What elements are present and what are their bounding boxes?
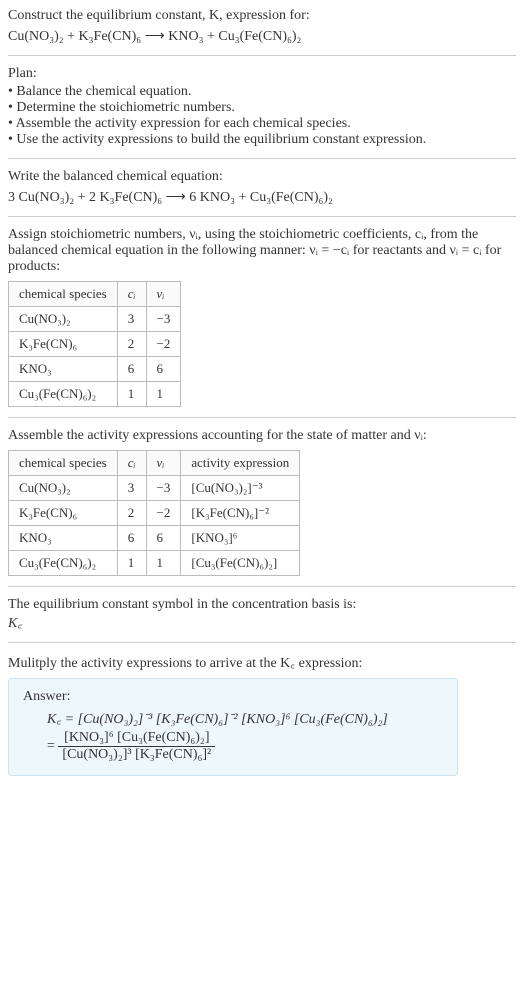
table-header: νᵢ [146, 451, 181, 476]
table-header: chemical species [9, 451, 118, 476]
kc-symbol-section: The equilibrium constant symbol in the c… [8, 597, 516, 632]
stoich-section: Assign stoichiometric numbers, νᵢ, using… [8, 227, 516, 407]
plan-heading: Plan: [8, 66, 516, 82]
table-row: K₃Fe(CN)₆ 2 −2 [9, 332, 181, 357]
multiply-heading: Mulitply the activity expressions to arr… [8, 653, 516, 672]
table-row: Cu(NO₃)₂ 3 −3 [Cu(NO₃)₂]⁻³ [9, 476, 300, 501]
kc-expression-fraction: = [KNO₃]⁶ [Cu₃(Fe(CN)₆)₂] [Cu(NO₃)₂]³ [K… [47, 730, 443, 763]
cell-activity: [Cu(NO₃)₂]⁻³ [181, 476, 300, 501]
table-header-row: chemical species cᵢ νᵢ activity expressi… [9, 451, 300, 476]
balanced-equation: 3 Cu(NO₃)₂ + 2 K₃Fe(CN)₆ ⟶ 6 KNO₃ + Cu₃(… [8, 189, 516, 206]
cell-nui: 6 [146, 357, 181, 382]
table-row: Cu(NO₃)₂ 3 −3 [9, 307, 181, 332]
fraction-numerator: [KNO₃]⁶ [Cu₃(Fe(CN)₆)₂] [58, 730, 215, 747]
cell-activity: [K₃Fe(CN)₆]⁻² [181, 501, 300, 526]
kc-symbol-text: The equilibrium constant symbol in the c… [8, 597, 516, 613]
plan-item: Assemble the activity expression for eac… [8, 116, 516, 132]
cell-ci: 3 [117, 307, 146, 332]
table-row: KNO₃ 6 6 [9, 357, 181, 382]
plan-item: Use the activity expressions to build th… [8, 132, 516, 148]
plan-item: Determine the stoichiometric numbers. [8, 100, 516, 116]
cell-activity: [Cu₃(Fe(CN)₆)₂] [181, 551, 300, 576]
cell-nui: −2 [146, 501, 181, 526]
fraction: [KNO₃]⁶ [Cu₃(Fe(CN)₆)₂] [Cu(NO₃)₂]³ [K₃F… [58, 730, 215, 763]
cell-species: Cu(NO₃)₂ [9, 307, 118, 332]
cell-ci: 3 [117, 476, 146, 501]
cell-nui: 1 [146, 382, 181, 407]
intro-text: Construct the equilibrium constant, K, e… [8, 8, 516, 24]
cell-species: Cu₃(Fe(CN)₆)₂ [9, 382, 118, 407]
cell-activity: [KNO₃]⁶ [181, 526, 300, 551]
separator [8, 642, 516, 643]
intro-equation: Cu(NO₃)₂ + K₃Fe(CN)₆ ⟶ KNO₃ + Cu₃(Fe(CN)… [8, 28, 516, 45]
intro-section: Construct the equilibrium constant, K, e… [8, 8, 516, 45]
table-row: Cu₃(Fe(CN)₆)₂ 1 1 [9, 382, 181, 407]
activity-table: chemical species cᵢ νᵢ activity expressi… [8, 450, 300, 576]
balanced-heading: Write the balanced chemical equation: [8, 169, 516, 185]
cell-ci: 1 [117, 551, 146, 576]
cell-ci: 1 [117, 382, 146, 407]
cell-species: Cu₃(Fe(CN)₆)₂ [9, 551, 118, 576]
cell-ci: 6 [117, 526, 146, 551]
cell-nui: −3 [146, 307, 181, 332]
answer-box: Answer: K꜀ = [Cu(NO₃)₂]⁻³ [K₃Fe(CN)₆]⁻² … [8, 678, 458, 776]
cell-species: Cu(NO₃)₂ [9, 476, 118, 501]
table-row: Cu₃(Fe(CN)₆)₂ 1 1 [Cu₃(Fe(CN)₆)₂] [9, 551, 300, 576]
table-header: chemical species [9, 282, 118, 307]
multiply-section: Mulitply the activity expressions to arr… [8, 653, 516, 776]
cell-nui: 1 [146, 551, 181, 576]
separator [8, 216, 516, 217]
plan-section: Plan: Balance the chemical equation. Det… [8, 66, 516, 148]
stoich-text: Assign stoichiometric numbers, νᵢ, using… [8, 227, 516, 275]
activity-section: Assemble the activity expressions accoun… [8, 428, 516, 576]
separator [8, 55, 516, 56]
cell-ci: 2 [117, 501, 146, 526]
table-header-row: chemical species cᵢ νᵢ [9, 282, 181, 307]
cell-nui: −2 [146, 332, 181, 357]
answer-label: Answer: [23, 689, 443, 705]
table-header: activity expression [181, 451, 300, 476]
balanced-section: Write the balanced chemical equation: 3 … [8, 169, 516, 206]
cell-nui: 6 [146, 526, 181, 551]
stoich-table: chemical species cᵢ νᵢ Cu(NO₃)₂ 3 −3 K₃F… [8, 281, 181, 407]
separator [8, 586, 516, 587]
separator [8, 158, 516, 159]
plan-item: Balance the chemical equation. [8, 84, 516, 100]
table-header: cᵢ [117, 282, 146, 307]
kc-symbol: K꜀ [8, 613, 516, 632]
cell-species: K₃Fe(CN)₆ [9, 332, 118, 357]
cell-nui: −3 [146, 476, 181, 501]
fraction-denominator: [Cu(NO₃)₂]³ [K₃Fe(CN)₆]² [58, 747, 215, 763]
cell-species: K₃Fe(CN)₆ [9, 501, 118, 526]
plan-list: Balance the chemical equation. Determine… [8, 84, 516, 148]
cell-ci: 6 [117, 357, 146, 382]
table-row: KNO₃ 6 6 [KNO₃]⁶ [9, 526, 300, 551]
equals-sign: = [47, 739, 58, 754]
separator [8, 417, 516, 418]
table-header: cᵢ [117, 451, 146, 476]
cell-species: KNO₃ [9, 357, 118, 382]
cell-ci: 2 [117, 332, 146, 357]
table-row: K₃Fe(CN)₆ 2 −2 [K₃Fe(CN)₆]⁻² [9, 501, 300, 526]
activity-heading: Assemble the activity expressions accoun… [8, 428, 516, 444]
kc-expression-products: K꜀ = [Cu(NO₃)₂]⁻³ [K₃Fe(CN)₆]⁻² [KNO₃]⁶ … [47, 709, 443, 728]
cell-species: KNO₃ [9, 526, 118, 551]
table-header: νᵢ [146, 282, 181, 307]
